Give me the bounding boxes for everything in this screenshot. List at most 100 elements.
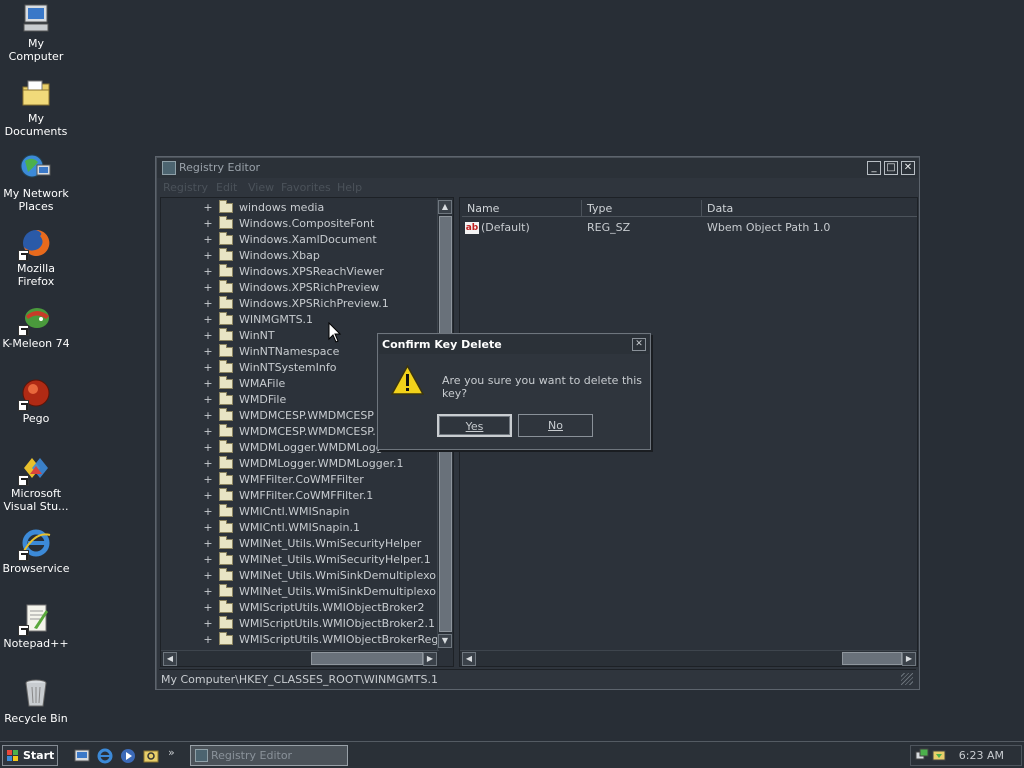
tree-item[interactable]: + Windows.XPSRichPreview.1 <box>161 296 441 312</box>
expand-plus-icon[interactable]: + <box>203 440 213 456</box>
close-button[interactable]: ✕ <box>901 161 915 175</box>
expand-plus-icon[interactable]: + <box>203 408 213 424</box>
column-header-name[interactable]: Name <box>462 200 582 217</box>
quick-launch-chevron[interactable]: » <box>168 746 175 759</box>
dialog-titlebar[interactable]: Confirm Key Delete ✕ <box>379 335 649 354</box>
taskbar-button-registry-editor[interactable]: Registry Editor <box>190 745 348 766</box>
expand-plus-icon[interactable]: + <box>203 584 213 600</box>
tree-item[interactable]: + WINMGMTS.1 <box>161 312 441 328</box>
desktop-icon-mozilla-firefox[interactable]: Mozilla Firefox <box>0 227 72 288</box>
expand-plus-icon[interactable]: + <box>203 216 213 232</box>
scroll-left-arrow-icon[interactable]: ◀ <box>163 652 177 666</box>
expand-plus-icon[interactable]: + <box>203 280 213 296</box>
tree-horizontal-scrollbar[interactable]: ◀ ▶ <box>161 650 439 666</box>
desktop-icon-my-documents[interactable]: My Documents <box>0 77 72 138</box>
desktop-icon-browservice[interactable]: Browservice <box>0 527 72 575</box>
expand-plus-icon[interactable]: + <box>203 248 213 264</box>
tree-item[interactable]: + WMINet_Utils.WmiSinkDemultiplexor <box>161 568 441 584</box>
scroll-left-arrow-icon[interactable]: ◀ <box>462 652 476 666</box>
dialog-close-button[interactable]: ✕ <box>632 338 646 351</box>
expand-plus-icon[interactable]: + <box>203 472 213 488</box>
show-desktop-icon[interactable] <box>74 748 90 764</box>
menu-view[interactable]: View <box>248 179 274 197</box>
tree-item[interactable]: + Windows.XPSReachViewer <box>161 264 441 280</box>
tree-item-label: WMINet_Utils.WmiSecurityHelper <box>239 537 422 550</box>
column-header-type[interactable]: Type <box>582 200 702 217</box>
folder-icon <box>219 520 233 533</box>
expand-plus-icon[interactable]: + <box>203 456 213 472</box>
desktop-icon-recycle-bin[interactable]: Recycle Bin <box>0 677 72 725</box>
window-titlebar[interactable]: Registry Editor _ □ ✕ <box>157 158 918 178</box>
scroll-right-arrow-icon[interactable]: ▶ <box>902 652 916 666</box>
desktop-icon-my-computer[interactable]: My Computer <box>0 2 72 63</box>
menu-edit[interactable]: Edit <box>216 179 237 197</box>
tree-item[interactable]: + Windows.XPSRichPreview <box>161 280 441 296</box>
menu-help[interactable]: Help <box>337 179 362 197</box>
internet-explorer-icon[interactable] <box>97 748 113 764</box>
list-hscroll-thumb[interactable] <box>842 652 902 665</box>
expand-plus-icon[interactable]: + <box>203 312 213 328</box>
tree-item[interactable]: + WMIScriptUtils.WMIObjectBrokerRegistra <box>161 632 453 648</box>
expand-plus-icon[interactable]: + <box>203 632 213 648</box>
maximize-button[interactable]: □ <box>884 161 898 175</box>
windows-media-player-icon[interactable] <box>120 748 136 764</box>
resize-grip-icon[interactable] <box>901 673 913 685</box>
no-button[interactable]: No <box>518 414 593 437</box>
tree-item[interactable]: + WMFFilter.CoWMFFilter <box>161 472 441 488</box>
tree-item[interactable]: + WMIScriptUtils.WMIObjectBroker2.1 <box>161 616 441 632</box>
tree-item[interactable]: + WMDMLogger.WMDMLogger.1 <box>161 456 441 472</box>
menu-registry[interactable]: Registry <box>163 179 208 197</box>
start-button[interactable]: Start <box>2 745 58 766</box>
network-tray-icon[interactable] <box>915 748 929 762</box>
expand-plus-icon[interactable]: + <box>203 376 213 392</box>
expand-plus-icon[interactable]: + <box>203 600 213 616</box>
search-icon[interactable] <box>143 748 159 764</box>
yes-button[interactable]: Yes <box>437 414 512 437</box>
list-item[interactable]: ab (Default) REG_SZ Wbem Object Path 1.0 <box>462 220 917 236</box>
tree-item-label: WMINet_Utils.WmiSinkDemultiplexor.1 <box>239 585 451 598</box>
expand-plus-icon[interactable]: + <box>203 392 213 408</box>
expand-plus-icon[interactable]: + <box>203 488 213 504</box>
tree-item[interactable]: + windows media <box>161 200 441 216</box>
list-horizontal-scrollbar[interactable]: ◀ ▶ <box>460 650 917 666</box>
tree-item[interactable]: + WMINet_Utils.WmiSecurityHelper <box>161 536 441 552</box>
tree-item[interactable]: + Windows.CompositeFont <box>161 216 441 232</box>
confirm-key-delete-dialog: Confirm Key Delete ✕ Are you sure you wa… <box>377 333 651 450</box>
expand-plus-icon[interactable]: + <box>203 232 213 248</box>
tree-item[interactable]: + WMICntl.WMISnapin.1 <box>161 520 441 536</box>
menu-favorites[interactable]: Favorites <box>281 179 331 197</box>
column-header-data[interactable]: Data <box>702 200 917 217</box>
tree-item[interactable]: + WMIScriptUtils.WMIObjectBroker2 <box>161 600 441 616</box>
expand-plus-icon[interactable]: + <box>203 264 213 280</box>
taskbar-clock[interactable]: 6:23 AM <box>959 746 1004 765</box>
expand-plus-icon[interactable]: + <box>203 200 213 216</box>
expand-plus-icon[interactable]: + <box>203 616 213 632</box>
tree-item[interactable]: + WMINet_Utils.WmiSinkDemultiplexor.1 <box>161 584 450 600</box>
desktop-icon-notepad-plus-plus[interactable]: Notepad++ <box>0 602 72 650</box>
expand-plus-icon[interactable]: + <box>203 536 213 552</box>
desktop-icon-visual-studio[interactable]: Microsoft Visual Stu... <box>0 452 72 513</box>
tree-hscroll-thumb[interactable] <box>311 652 423 665</box>
expand-plus-icon[interactable]: + <box>203 296 213 312</box>
expand-plus-icon[interactable]: + <box>203 568 213 584</box>
tree-item[interactable]: + WMICntl.WMISnapin <box>161 504 441 520</box>
expand-plus-icon[interactable]: + <box>203 360 213 376</box>
tree-item[interactable]: + Windows.Xbap <box>161 248 441 264</box>
tree-item[interactable]: + Windows.XamlDocument <box>161 232 441 248</box>
tree-item[interactable]: + WMFFilter.CoWMFFilter.1 <box>161 488 441 504</box>
tree-item[interactable]: + WMINet_Utils.WmiSecurityHelper.1 <box>161 552 441 568</box>
desktop-icon-k-meleon[interactable]: K-Meleon 74 <box>0 302 72 350</box>
desktop-icon-my-network-places[interactable]: My Network Places <box>0 152 72 213</box>
scroll-up-arrow-icon[interactable]: ▲ <box>438 200 452 214</box>
expand-plus-icon[interactable]: + <box>203 552 213 568</box>
expand-plus-icon[interactable]: + <box>203 344 213 360</box>
expand-plus-icon[interactable]: + <box>203 424 213 440</box>
safely-remove-hardware-icon[interactable] <box>932 748 946 762</box>
expand-plus-icon[interactable]: + <box>203 504 213 520</box>
desktop-icon-pego[interactable]: Pego <box>0 377 72 425</box>
minimize-button[interactable]: _ <box>867 161 881 175</box>
expand-plus-icon[interactable]: + <box>203 328 213 344</box>
scroll-down-arrow-icon[interactable]: ▼ <box>438 634 452 648</box>
scroll-right-arrow-icon[interactable]: ▶ <box>423 652 437 666</box>
expand-plus-icon[interactable]: + <box>203 520 213 536</box>
